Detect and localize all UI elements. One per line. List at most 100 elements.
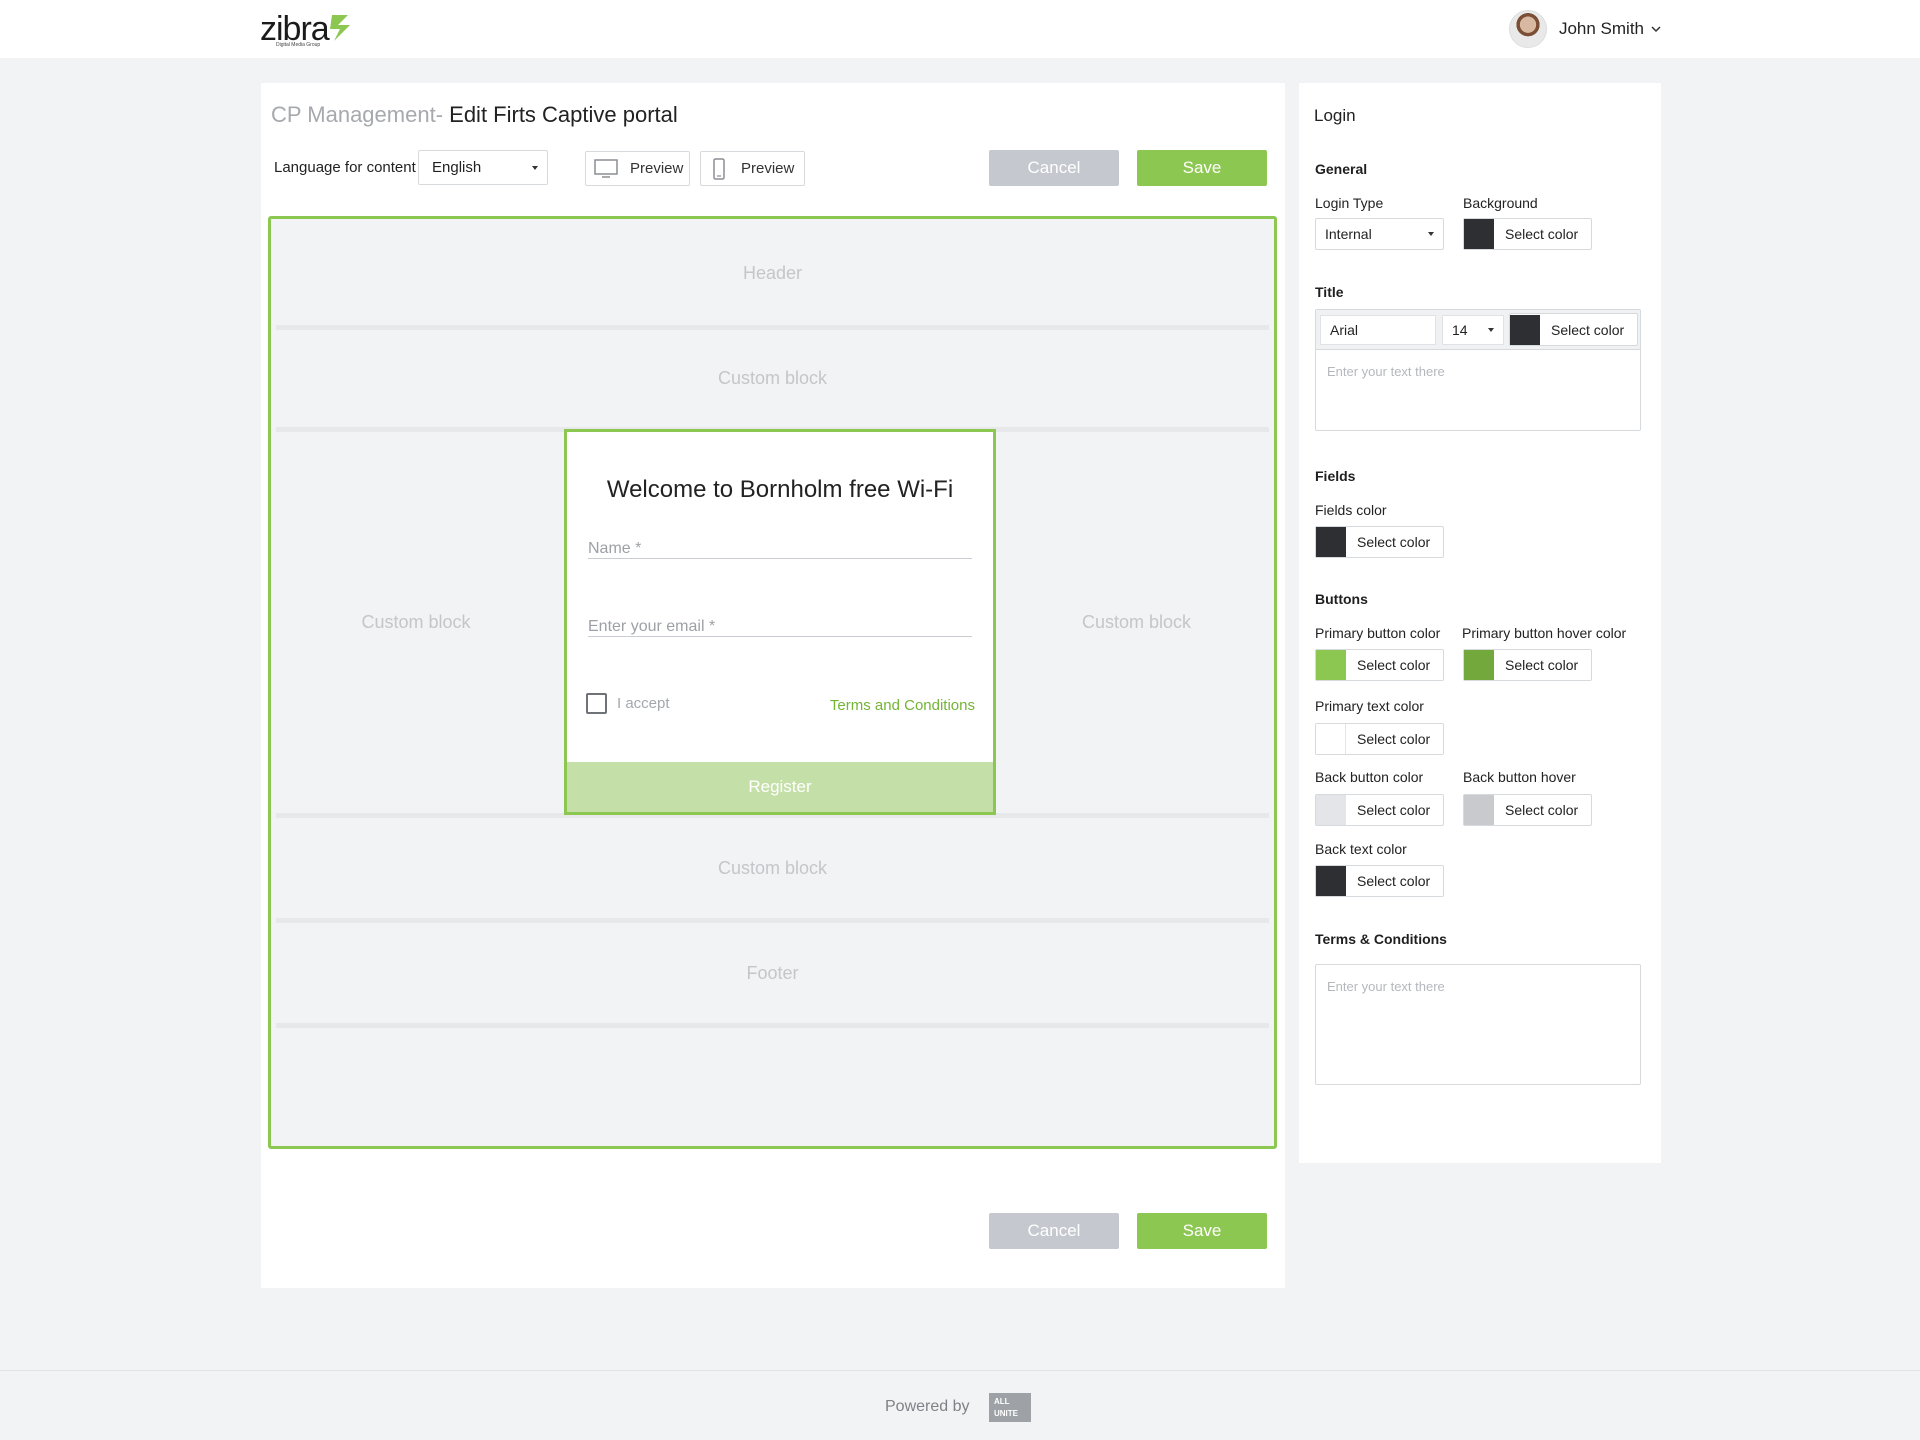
primary-button-color-label: Primary button color [1315,625,1441,641]
font-select[interactable]: Arial [1320,315,1436,345]
select-color-label: Select color [1505,226,1579,242]
background-color-picker[interactable]: Select color [1463,218,1592,250]
footer-block[interactable]: Footer [276,923,1269,1023]
color-swatch [1464,650,1494,680]
section-general: General [1315,161,1368,177]
title-editor: Arial 14 Select color Enter your text th… [1315,309,1641,431]
email-placeholder: Enter your email * [588,618,716,635]
custom-block-bottom[interactable]: Custom block [276,818,1269,918]
mobile-preview-button[interactable]: Preview [700,151,805,186]
color-swatch [1316,724,1346,754]
desktop-preview-button[interactable]: Preview [585,151,690,186]
settings-panel: Login General Login Type Internal Backgr… [1299,83,1661,1163]
accept-checkbox[interactable] [586,693,607,714]
cancel-button-bottom[interactable]: Cancel [989,1213,1119,1249]
select-color-label: Select color [1505,802,1579,818]
select-color-label: Select color [1505,657,1579,673]
welcome-title: Welcome to Bornholm free Wi-Fi [606,476,954,503]
email-field[interactable]: Enter your email * [588,613,972,637]
fields-color-label: Fields color [1315,502,1387,518]
back-button-color-picker[interactable]: Select color [1315,794,1444,826]
color-swatch [1316,795,1346,825]
font-size-value: 14 [1452,322,1468,338]
desktop-icon [594,158,618,178]
section-title: Title [1315,284,1344,300]
login-type-value: Internal [1325,226,1372,242]
terms-placeholder: Enter your text there [1327,979,1445,994]
primary-text-color-picker[interactable]: Select color [1315,723,1444,755]
page-heading: Edit Firts Captive portal [449,102,678,127]
desktop-preview-label: Preview [630,160,684,177]
accept-label: I accept [617,695,670,712]
caret-down-icon [532,165,538,170]
user-menu[interactable]: John Smith [1508,10,1661,48]
select-color-label: Select color [1551,321,1625,338]
custom-block-left[interactable]: Custom block [276,432,556,813]
background-label: Background [1463,195,1538,211]
breadcrumb[interactable]: CP Management- [271,102,443,127]
select-color-label: Select color [1357,731,1431,747]
select-color-label: Select color [1357,657,1431,673]
back-hover-color-label: Back button hover [1463,769,1576,785]
zibra-logo[interactable]: zibra Digital Media Group [260,8,370,50]
color-swatch [1464,219,1494,249]
terms-link[interactable]: Terms and Conditions [830,697,975,714]
language-select[interactable]: English [418,150,548,185]
fields-color-picker[interactable]: Select color [1315,526,1444,558]
back-text-color-label: Back text color [1315,841,1407,857]
caret-down-icon [1488,328,1494,332]
save-button-bottom[interactable]: Save [1137,1213,1267,1249]
panel-title: Login [1314,106,1356,125]
page-footer: Powered by ALL UNITE [0,1370,1920,1440]
mobile-preview-label: Preview [741,160,795,177]
title-color-picker[interactable]: Select color [1509,313,1638,346]
name-placeholder: Name * [588,540,642,557]
back-hover-color-picker[interactable]: Select color [1463,794,1592,826]
avatar [1508,10,1547,48]
language-label: Language for content [274,159,416,176]
primary-button-color-picker[interactable]: Select color [1315,649,1444,681]
color-swatch [1316,527,1346,557]
chevron-down-icon [1651,26,1661,33]
custom-block-right[interactable]: Custom block [1004,432,1269,813]
back-text-color-picker[interactable]: Select color [1315,865,1444,897]
terms-textarea[interactable]: Enter your text there [1315,964,1641,1085]
custom-block-top[interactable]: Custom block [276,330,1269,427]
name-field[interactable]: Name * [588,535,972,559]
select-color-label: Select color [1357,802,1431,818]
editor-card: CP Management- Edit Firts Captive portal… [261,83,1285,1288]
login-form-preview[interactable]: Welcome to Bornholm free Wi-Fi Name * En… [564,429,996,815]
section-fields: Fields [1315,468,1356,484]
primary-text-color-label: Primary text color [1315,698,1424,714]
powered-by-label: Powered by [885,1398,970,1415]
allunite-logo[interactable]: ALL UNITE [989,1393,1031,1422]
save-button-top[interactable]: Save [1137,150,1267,186]
logo-subtitle: Digital Media Group [276,42,321,48]
header-block[interactable]: Header [276,222,1269,325]
login-type-select[interactable]: Internal [1315,218,1444,250]
color-swatch [1510,314,1540,345]
title-toolbar: Arial 14 Select color [1316,310,1640,350]
portal-canvas: Header Custom block Custom block Custom … [268,216,1277,1149]
cancel-button-top[interactable]: Cancel [989,150,1119,186]
caret-down-icon [1428,232,1434,236]
primary-hover-color-label: Primary button hover color [1462,625,1627,641]
allunite-logo-line1: ALL [994,1397,1010,1406]
back-button-color-label: Back button color [1315,769,1424,785]
user-name: John Smith [1558,19,1644,38]
allunite-logo-line2: UNITE [994,1409,1018,1418]
section-terms: Terms & Conditions [1315,931,1447,947]
register-button[interactable]: Register [567,762,993,812]
language-value: English [432,159,482,176]
font-size-select[interactable]: 14 [1442,315,1504,345]
section-buttons: Buttons [1315,591,1368,607]
color-swatch [1316,650,1346,680]
primary-hover-color-picker[interactable]: Select color [1463,649,1592,681]
title-text-placeholder[interactable]: Enter your text there [1327,364,1445,379]
page-title: CP Management- Edit Firts Captive portal [271,102,678,128]
select-color-label: Select color [1357,873,1431,889]
login-type-label: Login Type [1315,195,1384,211]
color-swatch [1464,795,1494,825]
select-color-label: Select color [1357,534,1431,550]
logo-mark-icon [330,15,350,41]
